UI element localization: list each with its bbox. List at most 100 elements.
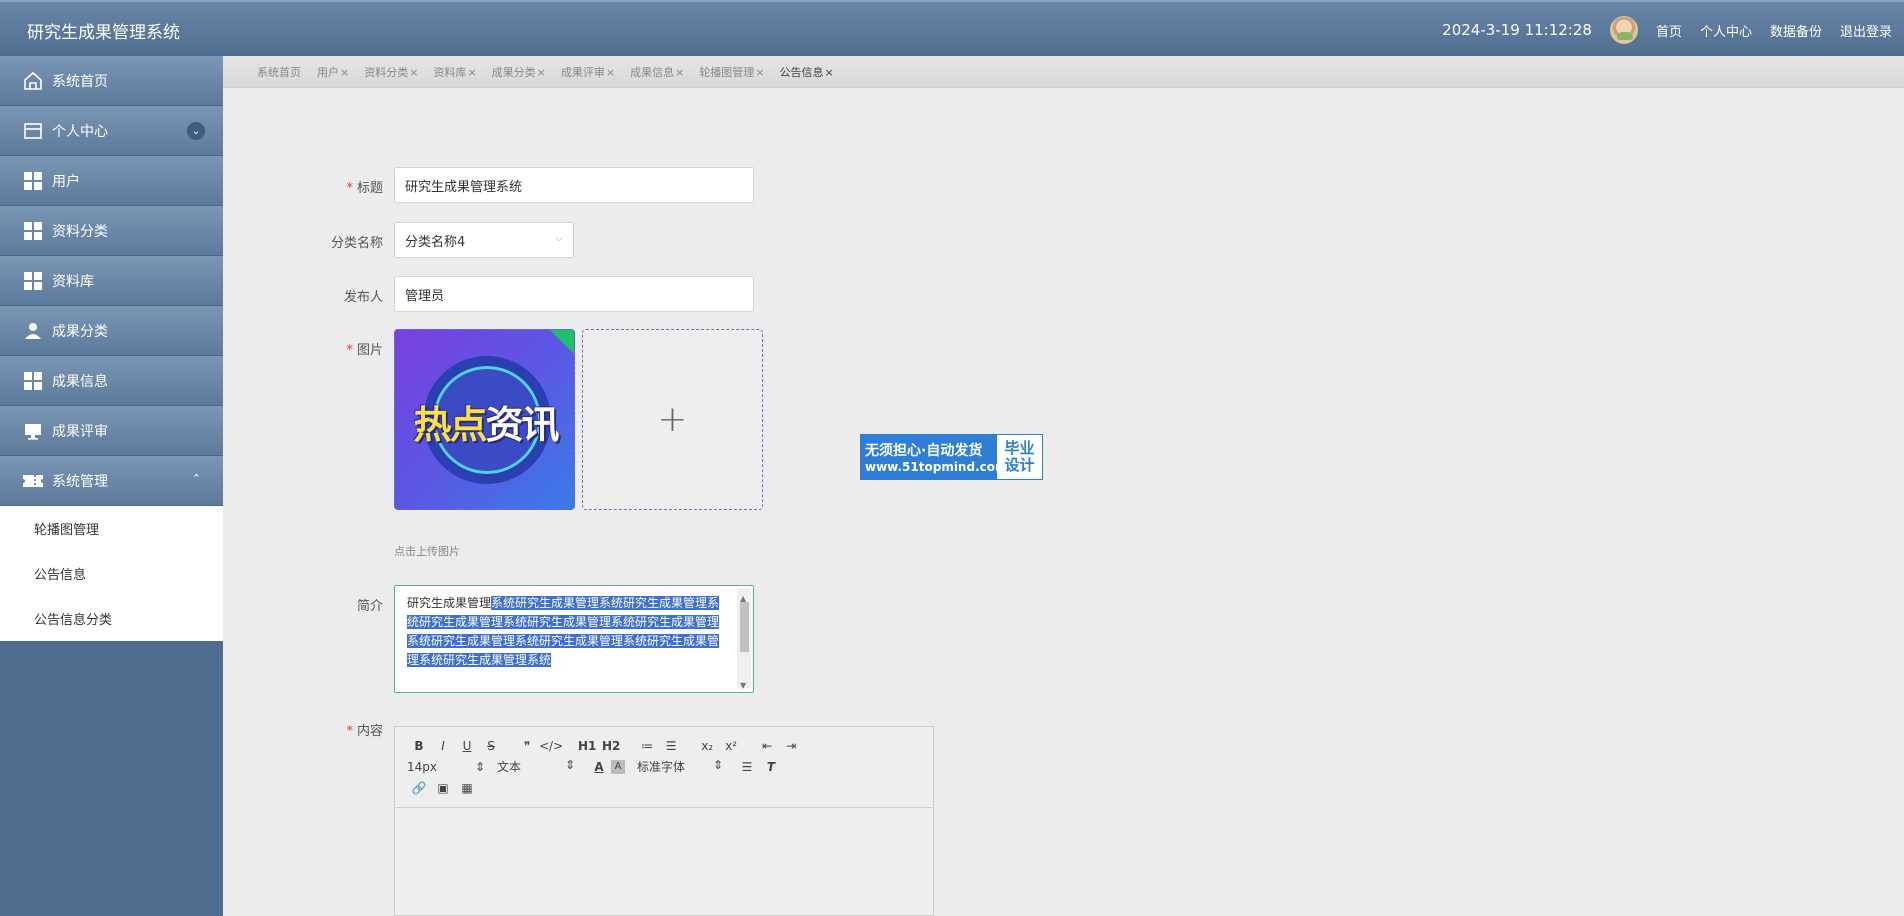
tab-carousel[interactable]: 轮播图管理× [699,64,764,80]
title-input[interactable]: 研究生成果管理系统 [394,167,754,203]
sidebar-item-label: 个人中心 [52,123,108,140]
video-icon[interactable]: ▦ [455,781,479,795]
grid-icon [22,170,44,192]
submenu-item-carousel[interactable]: 轮播图管理 [0,506,223,551]
plus-icon: + [657,399,688,440]
sidebar-item-material-library[interactable]: 资料库 [0,256,223,306]
close-icon[interactable]: × [409,66,418,79]
home-icon [22,70,44,92]
bold-button[interactable]: B [407,739,431,753]
tab-achievement-info[interactable]: 成果信息× [630,64,684,80]
tab-material-category[interactable]: 资料分类× [364,64,418,80]
content-label: * 内容 [346,724,383,739]
header2-button[interactable]: H2 [599,739,623,753]
sidebar-item-label: 系统管理 [52,473,108,490]
sidebar-item-achievement-info[interactable]: 成果信息 [0,356,223,406]
tab-material-library[interactable]: 资料库× [433,64,476,80]
logout-link[interactable]: 退出登录 [1840,21,1892,40]
close-icon[interactable]: × [825,66,834,79]
profile-link[interactable]: 个人中心 [1700,21,1752,40]
subscript-button[interactable]: x₂ [695,739,719,753]
font-size-select[interactable]: 14px ⇕ [407,760,485,774]
close-icon[interactable]: × [537,66,546,79]
sidebar-item-label: 系统首页 [52,73,108,90]
editor-toolbar: B I U S ❞ </> H1 H2 ≔ ☰ x₂ x² ⇤ ⇥ 14px ⇕… [395,727,933,808]
textarea-scrollbar[interactable]: ▲ ▼ [737,588,751,690]
sidebar: 系统首页 个人中心 ⌄ 用户 资料分类 资料库 成果分类 成果信息 成果评审 系… [0,56,223,916]
submenu-item-notice-category[interactable]: 公告信息分类 [0,596,223,641]
watermark-badge: 无须担心·自动发货 www.51topmind.com 毕业 设计 [860,434,1043,480]
monitor-icon [22,420,44,442]
link-icon[interactable]: 🔗 [407,781,431,795]
sidebar-item-achievement-category[interactable]: 成果分类 [0,306,223,356]
sidebar-item-label: 资料库 [52,273,94,290]
user-icon [22,320,44,342]
tab-achievement-review[interactable]: 成果评审× [561,64,615,80]
scroll-down-icon[interactable]: ▼ [740,676,746,692]
superscript-button[interactable]: x² [719,739,743,753]
grid-icon [22,270,44,292]
sidebar-item-label: 成果信息 [52,373,108,390]
close-icon[interactable]: × [755,66,764,79]
bullet-list-button[interactable]: ☰ [659,739,683,753]
summary-textarea[interactable]: 研究生成果管理系统研究生成果管理系统研究生成果管理系统研究生成果管理系统研究生成… [394,585,754,693]
code-block-button[interactable]: </> [539,739,563,753]
indent-button[interactable]: ⇥ [779,739,803,753]
form-content: * 标题 研究生成果管理系统 分类名称 分类名称4 ⌵ 发布人 管理员 * 图片 热… [223,89,1904,916]
category-label: 分类名称 [330,236,383,251]
header-right: 2024-3-19 11:12:28 首页 个人中心 数据备份 退出登录 [1442,2,1892,58]
close-icon[interactable]: × [675,66,684,79]
align-icon[interactable]: ☰ [735,760,759,774]
thumbnail-text: 热点 资讯 [413,402,559,447]
sidebar-item-users[interactable]: 用户 [0,156,223,206]
clear-format-icon[interactable]: T [759,760,783,774]
tab-home[interactable]: 系统首页 [257,64,302,80]
tab-notice[interactable]: 公告信息× [780,64,834,80]
sidebar-item-system-management[interactable]: 系统管理 ⌃ [0,456,223,506]
sidebar-item-material-category[interactable]: 资料分类 [0,206,223,256]
app-title: 研究生成果管理系统 [27,23,180,43]
tab-users[interactable]: 用户× [317,64,349,80]
upload-add-button[interactable]: + [582,329,763,510]
sidebar-item-achievement-review[interactable]: 成果评审 [0,406,223,456]
header-type-select[interactable]: 文本 ⇕ [497,758,575,775]
sidebar-item-label: 资料分类 [52,223,108,240]
updown-icon: ⇕ [564,758,575,772]
backup-link[interactable]: 数据备份 [1770,21,1822,40]
publisher-input[interactable]: 管理员 [394,276,754,312]
sidebar-item-profile[interactable]: 个人中心 ⌄ [0,106,223,156]
chevron-down-icon: ⌵ [555,233,563,244]
sidebar-item-label: 成果分类 [52,323,108,340]
category-select[interactable]: 分类名称4 ⌵ [394,222,574,258]
grid-icon [22,220,44,242]
updown-icon: ⇕ [474,759,485,774]
background-color-icon[interactable]: A [611,759,625,774]
uploaded-image-thumbnail[interactable]: 热点 资讯 [394,329,575,510]
updown-icon: ⇕ [712,758,723,772]
underline-button[interactable]: U [455,739,479,753]
ordered-list-button[interactable]: ≔ [635,739,659,753]
font-color-icon[interactable]: A [587,760,611,774]
header1-button[interactable]: H1 [575,739,599,753]
ticket-icon [22,470,44,492]
card-icon [22,120,44,142]
sidebar-item-home[interactable]: 系统首页 [0,56,223,106]
close-icon[interactable]: × [606,66,615,79]
rich-text-editor: B I U S ❞ </> H1 H2 ≔ ☰ x₂ x² ⇤ ⇥ 14px ⇕… [394,726,934,916]
publisher-label: 发布人 [343,290,383,305]
strike-button[interactable]: S [479,739,503,753]
font-family-select[interactable]: 标准字体 ⇕ [637,758,723,775]
home-link[interactable]: 首页 [1656,21,1682,40]
sidebar-item-label: 用户 [52,173,80,190]
italic-button[interactable]: I [431,739,455,753]
sidebar-item-label: 成果评审 [52,423,108,440]
avatar[interactable] [1609,16,1638,44]
image-icon[interactable]: ▣ [431,781,455,795]
close-icon[interactable]: × [467,66,476,79]
submenu-item-notice[interactable]: 公告信息 [0,551,223,596]
blockquote-button[interactable]: ❞ [515,739,539,753]
tab-achievement-category[interactable]: 成果分类× [492,64,546,80]
title-label: * 标题 [346,181,383,196]
close-icon[interactable]: × [340,66,349,79]
outdent-button[interactable]: ⇤ [755,739,779,753]
